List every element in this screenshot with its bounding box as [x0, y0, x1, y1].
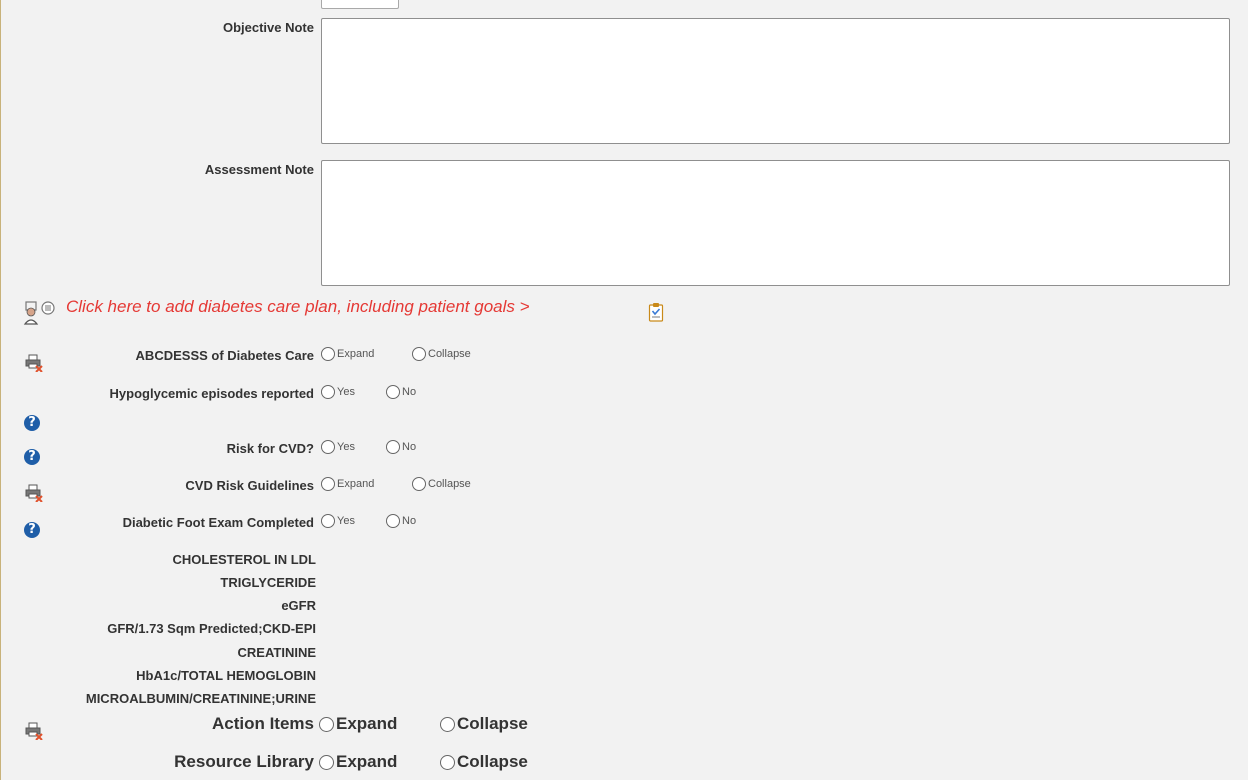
option-label: Collapse — [428, 348, 471, 360]
previous-field-stub[interactable] — [321, 0, 399, 9]
radio-circle[interactable] — [386, 385, 400, 399]
option-label: Collapse — [457, 752, 528, 771]
objective-note-textarea[interactable] — [321, 18, 1230, 144]
option-label: Yes — [337, 441, 355, 453]
option-label: No — [402, 441, 417, 453]
help-question-icon[interactable]: ? — [24, 449, 40, 465]
care-plan-link[interactable]: Click here to add diabetes care plan, in… — [66, 297, 530, 316]
option-label: No — [402, 515, 417, 527]
objective-note-label: Objective Note — [222, 20, 314, 35]
cvd-guidelines-label: CVD Risk Guidelines — [185, 478, 314, 493]
abcdesss-collapse-radio[interactable]: Collapse — [412, 347, 471, 361]
hypoglycemic-no-radio[interactable]: No — [386, 385, 416, 399]
cvd-guidelines-collapse-radio[interactable]: Collapse — [412, 477, 471, 491]
risk-cvd-no-radio[interactable]: No — [386, 440, 416, 454]
care-plan-row: Click here to add diabetes care plan, in… — [66, 297, 530, 317]
radio-circle[interactable] — [321, 385, 335, 399]
radio-circle[interactable] — [386, 514, 400, 528]
print-remove-icon[interactable] — [25, 722, 43, 745]
foot-exam-yes-radio[interactable]: Yes — [321, 514, 355, 528]
abcdesss-expand-radio[interactable]: Expand — [321, 347, 374, 361]
radio-circle[interactable] — [319, 716, 334, 732]
option-label: Expand — [336, 752, 398, 771]
risk-cvd-label: Risk for CVD? — [226, 441, 314, 456]
hypoglycemic-label: Hypoglycemic episodes reported — [109, 386, 314, 401]
radio-circle[interactable] — [440, 754, 455, 770]
risk-cvd-yes-radio[interactable]: Yes — [321, 440, 355, 454]
option-label: Expand — [337, 478, 375, 490]
option-label: Yes — [337, 386, 355, 398]
lab-gfr-ckd-epi: GFR/1.73 Sqm Predicted;CKD-EPI — [107, 621, 316, 636]
radio-circle[interactable] — [440, 716, 455, 732]
help-question-icon[interactable]: ? — [24, 415, 40, 431]
print-remove-icon[interactable] — [25, 354, 43, 377]
clipboard-check-icon[interactable] — [648, 302, 664, 327]
resource-library-expand-radio[interactable]: Expand — [319, 752, 397, 772]
resource-library-collapse-radio[interactable]: Collapse — [440, 752, 528, 772]
option-label: Yes — [337, 515, 355, 527]
foot-exam-no-radio[interactable]: No — [386, 514, 416, 528]
hypoglycemic-yes-radio[interactable]: Yes — [321, 385, 355, 399]
option-label: Collapse — [428, 478, 471, 490]
lab-creatinine: CREATININE — [237, 645, 316, 660]
lab-egfr: eGFR — [281, 598, 316, 613]
cvd-guidelines-expand-radio[interactable]: Expand — [321, 477, 374, 491]
action-items-collapse-radio[interactable]: Collapse — [440, 714, 528, 734]
option-label: Expand — [337, 348, 375, 360]
assessment-note-label: Assessment Note — [204, 162, 314, 177]
print-remove-icon[interactable] — [25, 484, 43, 507]
radio-circle[interactable] — [321, 514, 335, 528]
radio-circle[interactable] — [319, 754, 334, 770]
assessment-note-textarea[interactable] — [321, 160, 1230, 286]
help-question-icon[interactable]: ? — [24, 522, 40, 538]
care-plan-person-icon[interactable] — [22, 298, 64, 343]
abcdesss-label: ABCDESSS of Diabetes Care — [135, 348, 314, 363]
foot-exam-label: Diabetic Foot Exam Completed — [122, 515, 314, 530]
radio-circle[interactable] — [412, 347, 426, 361]
lab-microalbumin: MICROALBUMIN/CREATININE;URINE — [85, 691, 316, 706]
option-label: No — [402, 386, 417, 398]
radio-circle[interactable] — [321, 477, 335, 491]
lab-triglyceride: TRIGLYCERIDE — [220, 575, 316, 590]
left-border — [0, 0, 1, 780]
resource-library-label: Resource Library — [174, 752, 314, 771]
option-label: Expand — [336, 714, 398, 733]
action-items-expand-radio[interactable]: Expand — [319, 714, 397, 734]
option-label: Collapse — [457, 714, 528, 733]
action-items-label: Action Items — [211, 714, 314, 733]
lab-hba1c: HbA1c/TOTAL HEMOGLOBIN — [136, 668, 316, 683]
radio-circle[interactable] — [386, 440, 400, 454]
radio-circle[interactable] — [321, 440, 335, 454]
radio-circle[interactable] — [412, 477, 426, 491]
radio-circle[interactable] — [321, 347, 335, 361]
lab-cholesterol-ldl: CHOLESTEROL IN LDL — [172, 552, 316, 567]
